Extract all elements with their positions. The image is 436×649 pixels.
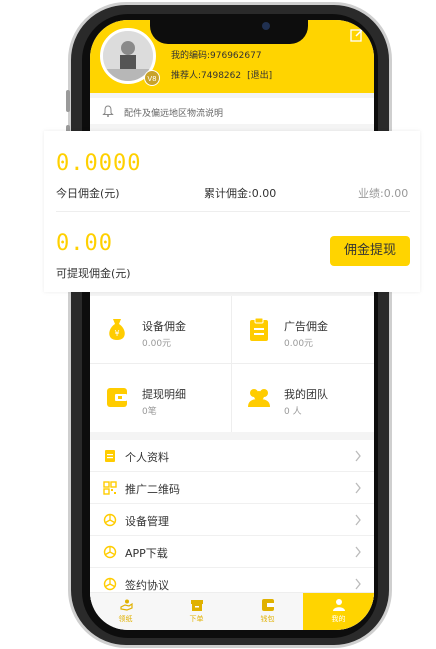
menu-item-label: APP下载 [125, 547, 168, 560]
today-commission-label: 今日佣金(元) [56, 187, 120, 200]
today-commission-value: 0.0000 [56, 151, 142, 176]
withdraw-commission-button[interactable]: 佣金提现 [330, 236, 410, 266]
menu-item-qrcode[interactable]: 推广二维码 [90, 472, 374, 504]
grid-cell-withdraw-details[interactable]: 提现明细 0笔 [90, 364, 231, 431]
tab-label: 钱包 [260, 615, 275, 623]
grid-title: 设备佣金 [142, 320, 186, 333]
front-camera [262, 22, 270, 30]
box-icon [190, 600, 203, 611]
grid-cell-device-commission[interactable]: ¥ 设备佣金 0.00元 [90, 296, 231, 363]
commission-card: 0.0000 今日佣金(元) 累计佣金:0.00 业绩:0.00 0.00 可提… [44, 131, 420, 292]
svg-text:¥: ¥ [114, 329, 119, 338]
tab-label: 领纸 [118, 615, 133, 623]
tab-order[interactable]: 下单 [161, 593, 232, 630]
logout-link[interactable]: [退出] [247, 71, 272, 81]
referrer-line: 推荐人:7498262 [退出] [171, 68, 272, 81]
edit-icon[interactable] [350, 28, 364, 42]
menu-item-label: 设备管理 [125, 515, 169, 528]
grid-title: 广告佣金 [284, 320, 328, 333]
grid-value: 0.00元 [284, 339, 314, 349]
wallet-icon [261, 599, 274, 611]
qr-code-icon [103, 481, 117, 495]
user-icon [332, 599, 345, 611]
grid-title: 我的团队 [284, 388, 328, 401]
grid-title: 提现明细 [142, 388, 186, 401]
device-gear-icon [103, 513, 117, 527]
notice-bar[interactable]: 配件及偏远地区物流说明 [90, 98, 374, 124]
menu-item-app-download[interactable]: APP下载 [90, 536, 374, 568]
phone-notch [150, 20, 308, 44]
grid-value: 0笔 [142, 407, 157, 417]
chevron-right-icon [355, 546, 361, 558]
grid-cell-ad-commission[interactable]: 广告佣金 0.00元 [232, 296, 373, 363]
menu-item-profile[interactable]: 个人资料 [90, 440, 374, 472]
member-code: 我的编码:976962677 [171, 51, 262, 61]
card-divider [56, 211, 410, 212]
menu-item-label: 个人资料 [125, 451, 169, 464]
referrer-id: 推荐人:7498262 [171, 71, 242, 81]
wallet-icon [107, 388, 127, 407]
chevron-right-icon [355, 482, 361, 494]
grid-value: 0 人 [284, 407, 302, 417]
chevron-right-icon [355, 450, 361, 462]
stage: V8 我的编码:976962677 推荐人:7498262 [退出] 配件及偏远地… [0, 0, 436, 649]
stats-grid: ¥ 设备佣金 0.00元 广告佣金 0.00元 提现明细 0笔 我的团队 0 人 [90, 296, 374, 432]
bell-icon [102, 105, 114, 117]
team-icon [248, 389, 270, 407]
total-commission-label: 累计佣金:0.00 [204, 187, 277, 200]
money-bag-icon: ¥ [109, 319, 125, 340]
phone-mute-button [66, 90, 70, 112]
tab-wallet[interactable]: 钱包 [232, 593, 303, 630]
tab-label: 我的 [331, 615, 346, 623]
bottom-tab-bar: 领纸 下单 钱包 我的 [90, 592, 374, 630]
hand-icon [119, 599, 133, 611]
withdrawable-value: 0.00 [56, 231, 113, 256]
tab-mine[interactable]: 我的 [303, 593, 374, 630]
app-screen: V8 我的编码:976962677 推荐人:7498262 [退出] 配件及偏远地… [90, 20, 374, 630]
menu-item-device-management[interactable]: 设备管理 [90, 504, 374, 536]
withdrawable-label: 可提现佣金(元) [56, 267, 131, 280]
grid-value: 0.00元 [142, 339, 172, 349]
chevron-right-icon [355, 578, 361, 590]
vip-badge: V8 [144, 70, 160, 86]
menu-item-label: 签约协议 [125, 579, 169, 592]
menu-item-label: 推广二维码 [125, 483, 180, 496]
notice-text: 配件及偏远地区物流说明 [124, 109, 224, 119]
clipboard-icon [250, 317, 268, 341]
performance-label: 业绩:0.00 [358, 187, 409, 200]
grid-cell-my-team[interactable]: 我的团队 0 人 [232, 364, 373, 431]
download-icon [103, 545, 117, 559]
chevron-right-icon [355, 514, 361, 526]
menu-list: 个人资料 推广二维码 设备管理 APP下载 签约协议 [90, 440, 374, 600]
tab-label: 下单 [189, 615, 204, 623]
profile-doc-icon [105, 450, 115, 462]
agreement-icon [103, 577, 117, 591]
tab-get-paper[interactable]: 领纸 [90, 593, 161, 630]
